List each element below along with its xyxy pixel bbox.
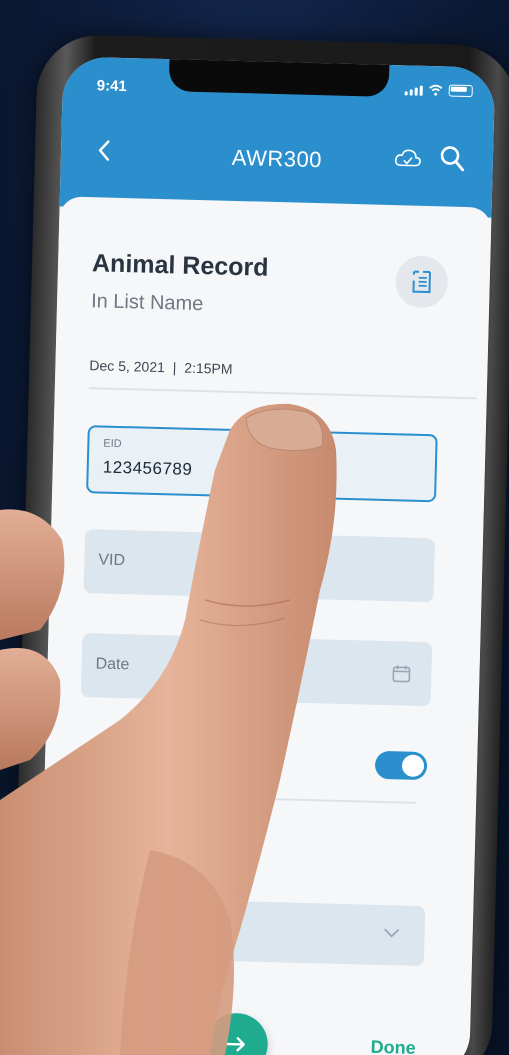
page-title: Animal Record [91,249,269,282]
chevron-down-icon [384,928,400,938]
arrow-right-icon [226,1037,245,1052]
date-field[interactable]: Date [80,633,433,707]
calendar-icon[interactable] [391,663,412,684]
status-icons [404,83,473,98]
phone-screen: 9:41 AWR300 Animal Record In List Name D… [37,56,496,1055]
record-timestamp: Dec 5, 2021 | 2:15PM [89,357,233,377]
photo-scene: 9:41 AWR300 Animal Record In List Name D… [0,0,509,1055]
record-card: Animal Record In List Name Dec 5, 2021 |… [37,196,492,1055]
vaccinated-toggle[interactable] [374,750,428,781]
vid-field[interactable]: VID [83,529,436,603]
vid-placeholder: VID [98,551,126,570]
status-time: 9:41 [96,77,127,96]
eid-field[interactable]: EID 123456789 [86,425,438,503]
phone-notch [168,57,390,97]
select-dropdown[interactable] [73,896,426,967]
divider [78,793,417,804]
eid-value[interactable]: 123456789 [102,458,193,480]
signal-icon [404,85,423,96]
wifi-icon [429,84,443,96]
app-title: AWR300 [231,144,323,173]
document-icon [412,270,431,294]
toggle-knob [401,754,425,778]
record-time: 2:15PM [184,359,233,377]
eid-label: EID [103,437,122,451]
next-button[interactable] [204,1012,269,1055]
date-placeholder: Date [95,655,130,674]
divider [88,387,477,400]
search-icon[interactable] [439,144,466,173]
list-name: In List Name [90,290,204,316]
vaccinated-label: Va [76,744,102,769]
record-date: Dec 5, 2021 [89,357,166,376]
done-button[interactable]: Done [370,1037,416,1055]
phone-frame: 9:41 AWR300 Animal Record In List Name D… [10,33,509,1055]
timestamp-separator: | [172,359,177,376]
battery-icon [448,84,473,98]
cloud-sync-icon[interactable] [393,145,424,172]
document-button[interactable] [395,255,449,309]
